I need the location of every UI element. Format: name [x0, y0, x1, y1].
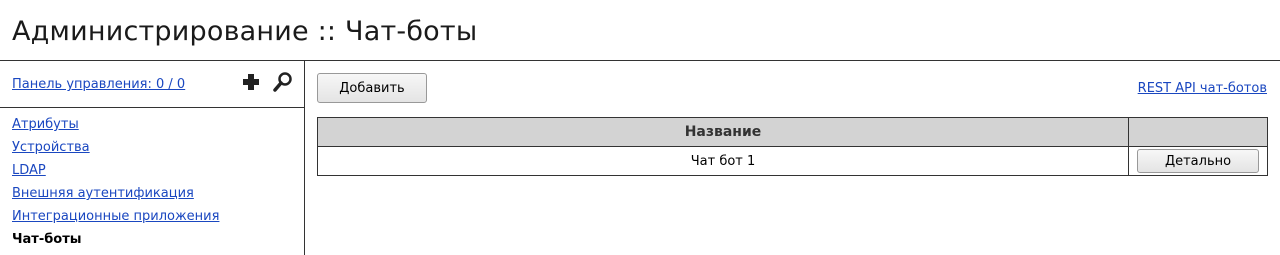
sidebar-item-integration-apps[interactable]: Интеграционные приложения: [12, 205, 219, 228]
chatbot-name-cell: Чат бот 1: [316, 146, 1130, 176]
sidebar-item-ldap[interactable]: LDAP: [12, 159, 219, 182]
search-icon[interactable]: [272, 71, 294, 93]
rest-api-link[interactable]: REST API чат-ботов: [1138, 81, 1267, 96]
sidebar: Панель управления: 0 / 0 Атрибуты Устрой…: [0, 61, 305, 255]
plus-icon[interactable]: [240, 71, 262, 93]
chatbots-table: Название Чат бот 1 Детально: [316, 117, 1268, 176]
page-title: Администрирование :: Чат-боты: [12, 16, 478, 47]
sidebar-item-attributes[interactable]: Атрибуты: [12, 113, 219, 136]
table-row: Чат бот 1 Детально: [316, 146, 1268, 176]
sidebar-item-external-auth[interactable]: Внешняя аутентификация: [12, 182, 219, 205]
table-header-row: Название: [316, 117, 1268, 147]
sidebar-item-chatbots: Чат-боты: [12, 232, 82, 247]
action-cell: Детально: [1128, 146, 1268, 176]
column-header-name: Название: [316, 117, 1130, 147]
add-button[interactable]: Добавить: [317, 73, 427, 103]
sidebar-header: Панель управления: 0 / 0: [0, 61, 304, 108]
details-button[interactable]: Детально: [1137, 149, 1259, 173]
sidebar-nav: Атрибуты Устройства LDAP Внешняя аутенти…: [12, 113, 219, 251]
sidebar-item-devices[interactable]: Устройства: [12, 136, 219, 159]
dashboard-link[interactable]: Панель управления: 0 / 0: [12, 77, 185, 92]
column-header-actions: [1128, 117, 1268, 147]
